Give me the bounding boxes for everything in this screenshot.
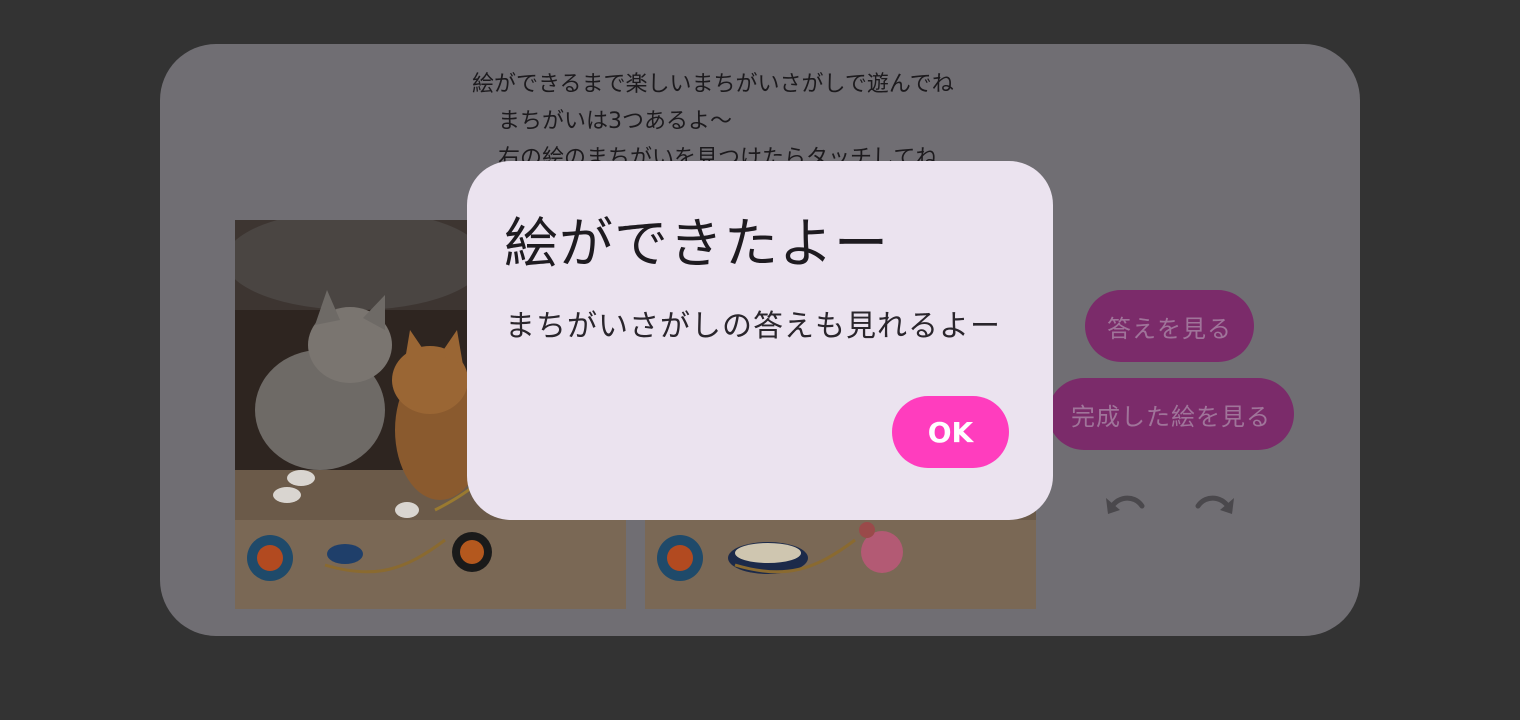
ok-button[interactable]: OK	[892, 396, 1009, 468]
screen: 絵ができるまで楽しいまちがいさがしで遊んでね まちがいは3つあるよ〜 右の絵のま…	[0, 0, 1520, 720]
show-answer-button[interactable]: 答えを見る	[1085, 290, 1254, 362]
redo-icon[interactable]	[1192, 488, 1236, 518]
instruction-line-2: まちがいは3つあるよ〜	[498, 109, 732, 134]
dialog-message: まちがいさがしの答えも見れるよー	[505, 309, 1001, 344]
instruction-line-1: 絵ができるまで楽しいまちがいさがしで遊んでね	[472, 72, 954, 97]
completion-dialog: 絵ができたよー まちがいさがしの答えも見れるよー OK	[467, 161, 1053, 520]
undo-icon[interactable]	[1104, 488, 1148, 518]
show-completed-picture-button[interactable]: 完成した絵を見る	[1048, 378, 1294, 450]
dialog-title: 絵ができたよー	[504, 212, 889, 275]
